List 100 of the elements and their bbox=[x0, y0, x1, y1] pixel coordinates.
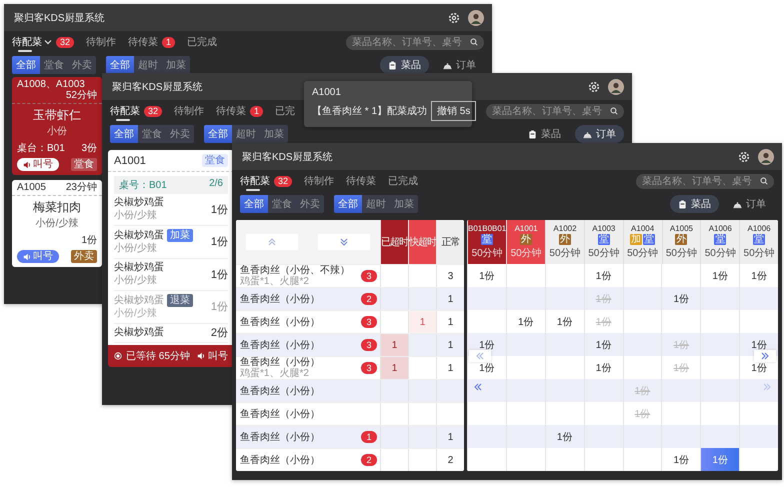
tab[interactable]: 已完成 bbox=[388, 171, 418, 191]
call-button[interactable]: 叫号 bbox=[17, 250, 59, 263]
table-row[interactable]: 鱼香肉丝（小份） bbox=[236, 379, 464, 402]
dish-item[interactable]: 尖椒炒鸡蛋 加菜 小份/少辣 1份 bbox=[114, 226, 228, 259]
tab[interactable]: 待配菜 32 bbox=[110, 101, 162, 121]
call-button[interactable]: 叫号 bbox=[17, 158, 59, 171]
tab[interactable]: 待制作 bbox=[304, 171, 334, 191]
search-field[interactable]: 菜品名称、订单号、桌号 bbox=[636, 174, 774, 188]
dish-card[interactable]: A1008、A1003 52分钟 玉带虾仁 小份 桌台：B01 3份 叫号 堂食 bbox=[12, 77, 102, 175]
filter-button[interactable]: 超时 bbox=[134, 56, 162, 74]
column-header[interactable]: A1003 堂 50分钟 bbox=[584, 220, 623, 264]
tab[interactable]: 待配菜 32 bbox=[12, 32, 74, 52]
table-cell[interactable]: 1份 bbox=[751, 360, 767, 374]
filter-button[interactable]: 全部 bbox=[204, 125, 232, 143]
scroll-right-button[interactable] bbox=[754, 350, 776, 362]
search-field[interactable]: 菜品名称、订单号、桌号 bbox=[486, 104, 624, 118]
filter-button[interactable]: 全部 bbox=[240, 195, 268, 213]
table-cell: 1 bbox=[381, 334, 408, 356]
filter-button[interactable]: 超时 bbox=[362, 195, 390, 213]
avatar[interactable] bbox=[468, 10, 484, 26]
table-cell[interactable]: 1份 bbox=[596, 268, 612, 282]
cloche-icon bbox=[583, 130, 592, 138]
filter-button[interactable]: 超时 bbox=[232, 125, 260, 143]
table-cell[interactable]: 1份 bbox=[518, 314, 534, 328]
table-cell[interactable]: 1份 bbox=[556, 314, 572, 328]
undo-button[interactable]: 撤销 5s bbox=[431, 101, 476, 121]
table-row[interactable]: 鱼香肉丝（小份） 2 1 bbox=[236, 287, 464, 310]
tab[interactable]: 已完 bbox=[275, 101, 296, 121]
filter-button[interactable]: 全部 bbox=[106, 56, 134, 74]
filter-button[interactable]: 全部 bbox=[110, 125, 138, 143]
table-cell[interactable]: 1份 bbox=[674, 452, 690, 466]
filter-button[interactable]: 外卖 bbox=[166, 125, 194, 143]
tab[interactable]: 待制作 bbox=[174, 101, 204, 121]
dish-item[interactable]: 尖椒炒鸡蛋 小份/少辣 1份 bbox=[114, 259, 228, 291]
table-row[interactable]: 1份 1份 bbox=[467, 448, 778, 471]
table-row[interactable]: 1份 bbox=[467, 425, 778, 448]
table-row[interactable]: 1份 1份 1份 1份 bbox=[467, 333, 778, 356]
table-cell[interactable]: 1份 bbox=[751, 268, 767, 282]
column-header[interactable]: A1001 外 50分钟 bbox=[506, 220, 546, 264]
column-header[interactable]: A1006 堂 50分钟 bbox=[700, 220, 740, 264]
search-field[interactable]: 菜品名称、订单号、桌号 bbox=[346, 34, 484, 50]
filter-button[interactable]: 堂食 bbox=[138, 125, 166, 143]
filter-button[interactable]: 加菜 bbox=[390, 195, 418, 213]
tab[interactable]: 待传菜 1 bbox=[216, 101, 264, 121]
column-header[interactable]: A1002 外 50分钟 bbox=[545, 220, 584, 264]
view-button[interactable]: 菜品 bbox=[520, 125, 569, 143]
double-chevron-left-icon[interactable] bbox=[473, 382, 483, 392]
table-cell[interactable]: 1份 bbox=[701, 448, 740, 471]
column-header[interactable]: B01B0B01 堂 50分钟 bbox=[467, 220, 506, 264]
call-button[interactable]: 叫号 bbox=[197, 349, 228, 363]
tab[interactable]: 待传菜 bbox=[346, 171, 376, 191]
avatar[interactable] bbox=[608, 78, 624, 94]
tab[interactable]: 待配菜 32 bbox=[240, 171, 292, 191]
table-cell[interactable]: 1份 bbox=[596, 360, 612, 374]
table-row[interactable]: 1份 1份 bbox=[467, 287, 778, 310]
table-cell[interactable]: 1份 bbox=[556, 430, 572, 444]
tab[interactable]: 待传菜 1 bbox=[128, 32, 176, 52]
filter-button[interactable]: 全部 bbox=[334, 195, 362, 213]
filter-button[interactable]: 全部 bbox=[12, 56, 40, 74]
filter-button[interactable]: 堂食 bbox=[268, 195, 296, 213]
dish-item[interactable]: 尖椒炒鸡蛋 退菜 小份/少辣 1份 bbox=[114, 291, 228, 324]
dish-card[interactable]: A1005 23分钟 梅菜扣肉 小份/少辣 1份 叫号 外卖 bbox=[12, 180, 102, 267]
column-header[interactable]: A1006 堂 50分钟 bbox=[739, 220, 778, 264]
table-cell[interactable]: 1份 bbox=[751, 338, 767, 352]
table-row[interactable]: 鱼香肉丝（小份） 鸡蛋*1、火腿*2 3 1 1 bbox=[236, 356, 464, 379]
column-header[interactable]: A1005 外 50分钟 bbox=[662, 220, 700, 264]
table-cell[interactable]: 1份 bbox=[479, 268, 495, 282]
dish-spec: 小份/少辣 bbox=[114, 210, 158, 222]
table-row[interactable]: 鱼香肉丝（小份） 1 1 bbox=[236, 425, 464, 448]
settings-icon[interactable] bbox=[448, 12, 460, 24]
dish-item[interactable]: 尖椒炒鸡蛋 小份/少辣 1份 bbox=[114, 194, 228, 226]
table-row[interactable]: 鱼香肉丝（小份） 3 1 1 bbox=[236, 310, 464, 333]
filter-button[interactable]: 外卖 bbox=[68, 56, 96, 74]
view-button[interactable]: 订单 bbox=[435, 56, 484, 74]
table-row[interactable]: 鱼香肉丝（小份、不辣） 鸡蛋*1、火腿*2 3 3 bbox=[236, 264, 464, 287]
filter-button[interactable]: 外卖 bbox=[296, 195, 324, 213]
view-button[interactable]: 菜品 bbox=[380, 56, 429, 74]
table-row[interactable]: 鱼香肉丝（小份） bbox=[236, 402, 464, 425]
tab[interactable]: 待制作 bbox=[86, 32, 116, 52]
settings-icon[interactable] bbox=[738, 150, 750, 162]
settings-icon[interactable] bbox=[588, 80, 600, 92]
table-row[interactable]: 鱼香肉丝（小份） 3 1 1 bbox=[236, 333, 464, 356]
tab[interactable]: 已完成 bbox=[187, 32, 218, 52]
view-button[interactable]: 订单 bbox=[575, 125, 624, 143]
cloche-icon bbox=[733, 200, 742, 208]
table-cell[interactable]: 1份 bbox=[479, 360, 495, 374]
column-header[interactable]: A1004 加 堂 50分钟 bbox=[622, 220, 662, 264]
view-button[interactable]: 菜品 bbox=[670, 195, 719, 213]
scroll-down-button[interactable] bbox=[318, 234, 370, 250]
filter-button[interactable]: 堂食 bbox=[40, 56, 68, 74]
table-cell[interactable]: 1份 bbox=[674, 292, 690, 306]
table-cell[interactable]: 1份 bbox=[712, 268, 728, 282]
dish-item[interactable]: 尖椒炒鸡蛋 2份 bbox=[114, 324, 228, 343]
table-row[interactable]: 鱼香肉丝（小份） 2 2 bbox=[236, 448, 464, 471]
filter-button[interactable]: 加菜 bbox=[260, 125, 288, 143]
filter-button[interactable]: 加菜 bbox=[162, 56, 190, 74]
table-cell[interactable]: 1份 bbox=[479, 338, 495, 352]
view-button[interactable]: 订单 bbox=[725, 195, 774, 213]
table-cell[interactable]: 1份 bbox=[596, 338, 612, 352]
avatar[interactable] bbox=[758, 148, 774, 164]
